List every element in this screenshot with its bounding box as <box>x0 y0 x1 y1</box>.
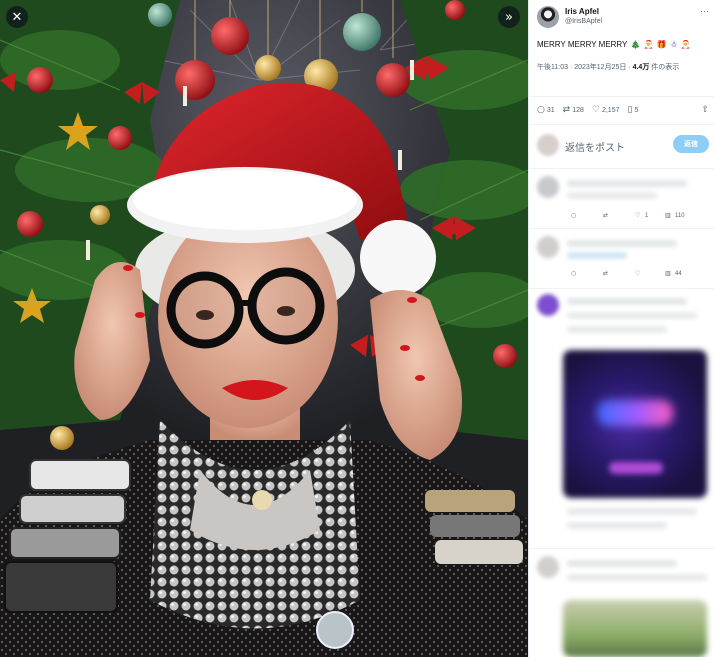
views-icon[interactable]: ▥ <box>665 212 671 219</box>
blurred-text <box>567 298 687 305</box>
more-options-icon[interactable]: ··· <box>700 6 709 16</box>
reply-media-image[interactable] <box>563 600 707 657</box>
reply-input[interactable]: 返信をポスト <box>565 139 625 154</box>
gift-emoji: 🎁 <box>656 40 667 49</box>
reply-icon[interactable]: ○ <box>571 270 576 277</box>
blurred-text <box>567 574 707 581</box>
retweet-icon: ⇄ <box>562 105 571 115</box>
reply-composer: 返信をポスト 返信 <box>537 134 709 160</box>
view-count-label: 件の表示 <box>649 64 680 71</box>
reply-avatar <box>537 294 559 316</box>
blurred-text <box>567 522 667 529</box>
list-item[interactable] <box>537 556 709 596</box>
heart-icon[interactable]: ♡ <box>635 212 640 219</box>
card-glow <box>597 400 673 426</box>
heart-icon: ♡ <box>591 105 600 115</box>
santa-emoji-2: 🎅 <box>680 40 691 49</box>
tweet-text: MERRY MERRY MERRY 🎄 🎅 🎁 ☃ 🎅 <box>537 40 690 49</box>
santa-emoji: 🎅 <box>643 40 654 49</box>
blurred-text <box>567 252 627 259</box>
close-icon[interactable]: ✕ <box>6 6 28 28</box>
reply-avatar <box>537 556 559 578</box>
retweet-icon[interactable]: ⇄ <box>603 212 608 219</box>
view-count: 4.4万 <box>632 64 650 71</box>
reply-actions: ○ ⇄ ♡ 1 ▥ 110 <box>559 212 709 222</box>
divider <box>529 168 714 169</box>
heart-icon[interactable]: ♡ <box>635 270 640 277</box>
divider <box>529 288 714 289</box>
reply-count: 31 <box>546 106 555 114</box>
reply-icon: ○ <box>537 105 545 115</box>
retweet-icon[interactable]: ⇄ <box>603 270 608 277</box>
blurred-text <box>567 192 657 199</box>
divider <box>529 548 714 549</box>
reply-action[interactable]: ○ 31 <box>537 105 555 115</box>
current-user-avatar <box>537 134 559 156</box>
tweet-detail-panel: Iris Apfel @IrisBApfel ··· MERRY MERRY M… <box>528 0 714 657</box>
reply-avatar <box>537 236 559 258</box>
view-count: 44 <box>675 271 682 277</box>
retweet-action[interactable]: ⇄ 128 <box>563 105 584 115</box>
reply-button[interactable]: 返信 <box>673 135 709 153</box>
blurred-text <box>567 312 697 319</box>
views-icon[interactable]: ▥ <box>665 270 671 277</box>
tweet-photo-viewer: ✕ » Iris Apfel @IrisBApfel ··· MERRY MER… <box>0 0 714 657</box>
divider <box>529 124 714 125</box>
list-item[interactable]: ○ ⇄ ♡ ▥ 44 <box>537 236 709 286</box>
blurred-text <box>567 240 677 247</box>
blurred-text <box>567 180 687 187</box>
retweet-count: 128 <box>572 106 584 114</box>
blurred-text <box>567 508 697 515</box>
tweet-body: MERRY MERRY MERRY <box>537 40 628 49</box>
tweet-meta: 午後11:03 · 2023年12月25日 · 4.4万 件の表示 <box>537 62 709 73</box>
tweet-actions: ○ 31 ⇄ 128 ♡ 2,157 ▯ 5 ⇧ <box>537 104 711 116</box>
view-count: 110 <box>675 213 685 219</box>
reply-icon[interactable]: ○ <box>571 212 576 219</box>
bookmark-icon: ▯ <box>627 105 633 115</box>
tweet-timestamp[interactable]: 午後11:03 · 2023年12月25日 · <box>537 64 633 71</box>
media-viewer: ✕ » <box>0 0 528 657</box>
reply-actions: ○ ⇄ ♡ ▥ 44 <box>559 270 709 280</box>
like-count: 1 <box>645 213 649 219</box>
list-item[interactable]: ○ ⇄ ♡ 1 ▥ 110 <box>537 176 709 226</box>
card-button <box>609 462 663 474</box>
author-handle[interactable]: @IrisBApfel <box>565 18 602 25</box>
like-count: 2,157 <box>601 106 620 114</box>
christmas-tree-emoji: 🎄 <box>630 40 641 49</box>
author-avatar[interactable] <box>537 6 559 28</box>
share-icon: ⇧ <box>701 105 709 115</box>
blurred-text <box>567 560 677 567</box>
bookmark-count: 5 <box>634 106 639 114</box>
expand-panel-icon[interactable]: » <box>498 6 520 28</box>
tweet-author: Iris Apfel @IrisBApfel ··· <box>537 6 709 32</box>
reply-media-card[interactable] <box>563 350 707 498</box>
divider <box>529 96 714 97</box>
tweet-photo <box>0 0 528 657</box>
divider <box>529 228 714 229</box>
blurred-text <box>567 326 667 333</box>
reply-avatar <box>537 176 559 198</box>
snowman-emoji: ☃ <box>670 40 678 49</box>
like-action[interactable]: ♡ 2,157 <box>592 105 620 115</box>
author-name[interactable]: Iris Apfel <box>565 7 599 16</box>
share-action[interactable]: ⇧ <box>701 105 711 115</box>
bookmark-action[interactable]: ▯ 5 <box>628 105 639 115</box>
